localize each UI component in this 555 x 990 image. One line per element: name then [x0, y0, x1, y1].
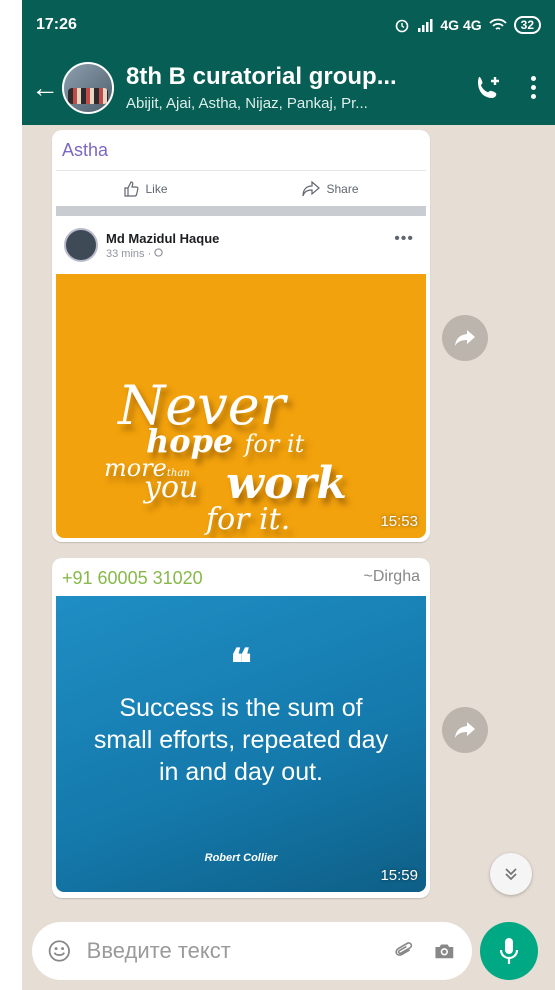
forward-icon [455, 722, 475, 738]
network-type: 4G 4G [440, 17, 482, 33]
wifi-icon [488, 18, 507, 30]
message-input-bar [32, 922, 472, 980]
status-time: 17:26 [36, 16, 77, 33]
chat-area[interactable]: Astha Like Share Md Mazidul Haque 33 min… [22, 125, 555, 915]
share-action: Share [302, 180, 359, 197]
signal-icon [418, 19, 433, 32]
message-input[interactable] [86, 938, 375, 964]
chat-title: 8th B curatorial group... [126, 63, 397, 90]
message-sender: +91 60005 31020 [62, 568, 203, 588]
voice-record-button[interactable] [480, 922, 538, 980]
post-divider [56, 206, 426, 216]
phone-screen: 17:26 4G 4G 32 ← 8th B curatorial group.… [22, 0, 555, 990]
chat-header: ← 8th B curatorial group... Abijit, Ajai… [22, 50, 555, 125]
sender-alias: ~Dirgha [363, 568, 420, 585]
add-call-button[interactable] [467, 67, 509, 109]
motivational-quote-image: Never hope for it morethan you work for … [56, 274, 426, 538]
forward-button[interactable] [442, 315, 488, 361]
quote-image[interactable]: ❝ Success is the sum of small efforts, r… [56, 596, 426, 892]
chat-members: Abijit, Ajai, Astha, Nijaz, Pankaj, Pr..… [126, 95, 368, 112]
share-label: Share [326, 181, 359, 196]
paperclip-icon[interactable] [393, 937, 416, 965]
more-options-icon[interactable] [523, 76, 543, 99]
message-bubble[interactable]: +91 60005 31020 ~Dirgha ❝ Success is the… [52, 558, 430, 898]
thumbs-up-icon [124, 180, 140, 197]
scroll-to-bottom-button[interactable] [490, 853, 532, 895]
double-chevron-down-icon [505, 868, 517, 881]
back-arrow-icon[interactable]: ← [28, 72, 62, 104]
post-meta: 33 mins · [106, 248, 219, 260]
like-action: Like [123, 180, 168, 197]
globe-icon [154, 247, 163, 257]
message-sender: Astha [62, 140, 109, 160]
quote-author: Robert Collier [204, 852, 278, 864]
chat-title-block[interactable]: 8th B curatorial group... Abijit, Ajai, … [126, 63, 467, 112]
message-time: 15:59 [380, 867, 418, 884]
status-bar: 17:26 4G 4G 32 [22, 0, 555, 50]
message-time: 15:53 [380, 513, 418, 530]
quote-text: Success is the sum of small efforts, rep… [93, 694, 389, 786]
post-author: Md Mazidul Haque [106, 230, 220, 246]
quote-word: you [144, 470, 199, 505]
message-bubble[interactable]: Astha Like Share Md Mazidul Haque 33 min… [52, 130, 430, 542]
quote-mark-icon: ❝ [230, 640, 252, 687]
camera-icon[interactable] [433, 937, 456, 965]
quote-word: for it. [206, 502, 291, 537]
group-avatar[interactable] [62, 61, 114, 114]
alarm-icon [396, 19, 409, 33]
microphone-icon [499, 938, 519, 964]
battery-indicator: 32 [513, 16, 541, 34]
forward-button[interactable] [442, 707, 488, 753]
post-author-avatar [64, 228, 98, 262]
status-icons: 4G 4G 32 [394, 16, 541, 34]
facebook-share-image[interactable]: Like Share Md Mazidul Haque 33 mins · ••… [56, 170, 426, 538]
facebook-actions: Like Share [56, 170, 426, 206]
forward-icon [455, 330, 475, 346]
like-label: Like [145, 181, 168, 196]
post-header: Md Mazidul Haque 33 mins · ••• [56, 216, 426, 274]
share-icon [302, 180, 321, 196]
post-more-icon: ••• [394, 230, 414, 247]
phone-plus-icon [478, 76, 499, 98]
emoji-icon[interactable] [48, 937, 71, 965]
